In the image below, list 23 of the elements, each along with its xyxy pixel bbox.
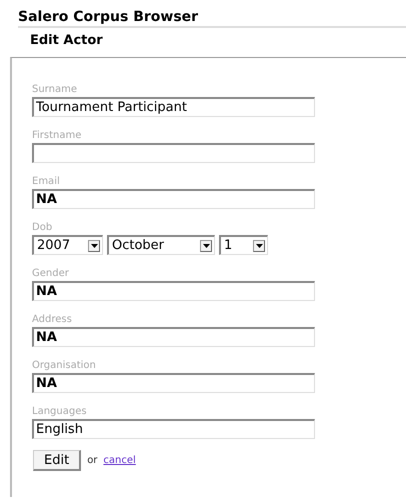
dropdown[interactable]: 2007 (32, 235, 103, 255)
dropdown[interactable]: 1 (219, 235, 268, 255)
edit-button[interactable]: Edit (33, 450, 82, 471)
input-field[interactable]: NA (32, 327, 315, 347)
app-title: Salero Corpus Browser (18, 10, 406, 28)
field-label: Email (32, 176, 60, 188)
field-label: Address (32, 314, 72, 326)
field-label: Gender (32, 268, 69, 280)
field-label: Firstname (32, 130, 82, 142)
input-field[interactable]: NA (32, 189, 315, 209)
input-field[interactable]: NA (32, 281, 315, 301)
input-field[interactable]: Tournament Participant (32, 97, 315, 117)
input-field[interactable] (32, 143, 315, 163)
or-text: or (87, 455, 98, 466)
dropdown[interactable]: October (107, 235, 215, 255)
field-label: Languages (32, 406, 87, 418)
page-title: Edit Actor (30, 33, 104, 48)
cancel-link[interactable]: cancel (103, 455, 136, 466)
field-label: Organisation (32, 360, 96, 372)
input-field[interactable]: English (32, 419, 315, 439)
field-label: Surname (32, 84, 77, 96)
field-label: Dob (32, 222, 52, 234)
input-field[interactable]: NA (32, 373, 315, 393)
